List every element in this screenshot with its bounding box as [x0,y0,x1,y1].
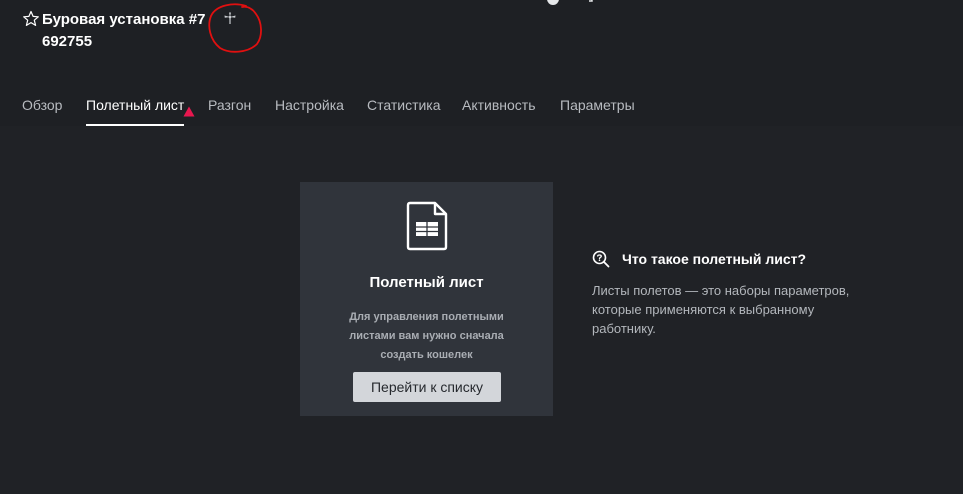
help-heading: Что такое полетный лист? [592,250,806,268]
tab-overview[interactable]: Обзор [22,97,62,113]
document-table-icon [406,201,448,251]
annotation-circle [208,3,262,53]
tab-settings[interactable]: Настройка [275,97,344,113]
help-title: Что такое полетный лист? [622,251,807,267]
tab-bar: Обзор Полетный лист Разгон Настройка Ста… [0,84,963,126]
card-title: Полетный лист [369,274,484,291]
worker-id: 692755 [42,33,93,50]
warning-triangle-icon [183,106,195,117]
flight-sheet-card: Полетный лист Для управления полетными л… [300,182,553,416]
tab-activity[interactable]: Активность [462,97,536,113]
card-description: Для управления полетными листами вам нуж… [349,311,504,361]
page-title: Буровая установка #7 [42,10,206,28]
title-row: Буровая установка #7 [22,10,205,28]
help-text: Листы полетов — это наборы параметров, к… [592,283,850,336]
search-question-icon [592,250,610,268]
tab-statistics[interactable]: Статистика [367,97,441,113]
star-outline-icon[interactable] [22,10,40,28]
tab-flight-sheet[interactable]: Полетный лист [86,97,184,113]
top-partial-icons [547,0,593,5]
go-to-list-button[interactable]: Перейти к списку [353,372,501,402]
tab-parameters[interactable]: Параметры [560,97,635,113]
tab-overclock[interactable]: Разгон [208,97,251,113]
active-tab-indicator [86,124,184,126]
